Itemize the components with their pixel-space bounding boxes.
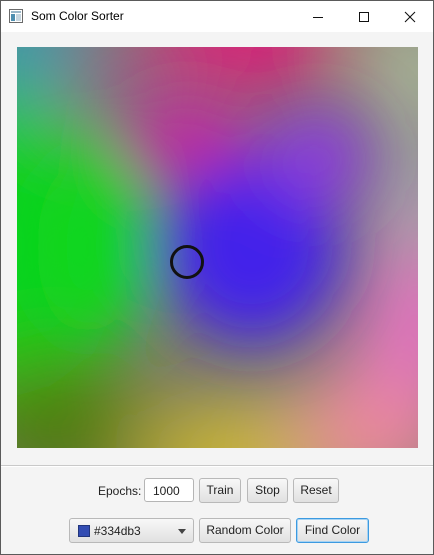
minimize-button[interactable]: [295, 1, 341, 32]
som-gradient: [17, 47, 418, 448]
reset-button[interactable]: Reset: [293, 478, 339, 503]
color-picker[interactable]: #334db3: [69, 518, 194, 543]
maximize-button[interactable]: [341, 1, 387, 32]
epochs-input[interactable]: 1000: [144, 478, 194, 502]
color-swatch: [78, 525, 90, 537]
close-icon: [404, 11, 416, 23]
stop-button[interactable]: Stop: [247, 478, 288, 503]
title-bar[interactable]: Som Color Sorter: [1, 1, 433, 32]
app-window: Som Color Sorter Epochs: 1000 Train Stop…: [0, 0, 434, 555]
color-controls: #334db3 Random Color Find Color: [1, 518, 433, 544]
close-button[interactable]: [387, 1, 433, 32]
training-controls: Epochs: 1000 Train Stop Reset: [1, 478, 433, 504]
minimize-icon: [313, 17, 323, 18]
app-window-icon: [9, 9, 23, 23]
epochs-label: Epochs:: [98, 484, 142, 498]
color-picker-value: #334db3: [94, 524, 141, 538]
separator: [1, 465, 433, 467]
maximize-icon: [359, 12, 369, 22]
som-color-map[interactable]: [17, 47, 418, 448]
chevron-down-icon: [178, 529, 186, 534]
best-match-marker: [170, 245, 204, 279]
train-button[interactable]: Train: [199, 478, 241, 503]
window-title: Som Color Sorter: [31, 9, 124, 23]
main-content: Epochs: 1000 Train Stop Reset #334db3 Ra…: [1, 32, 433, 554]
find-color-button[interactable]: Find Color: [296, 518, 369, 543]
random-color-button[interactable]: Random Color: [199, 518, 291, 543]
